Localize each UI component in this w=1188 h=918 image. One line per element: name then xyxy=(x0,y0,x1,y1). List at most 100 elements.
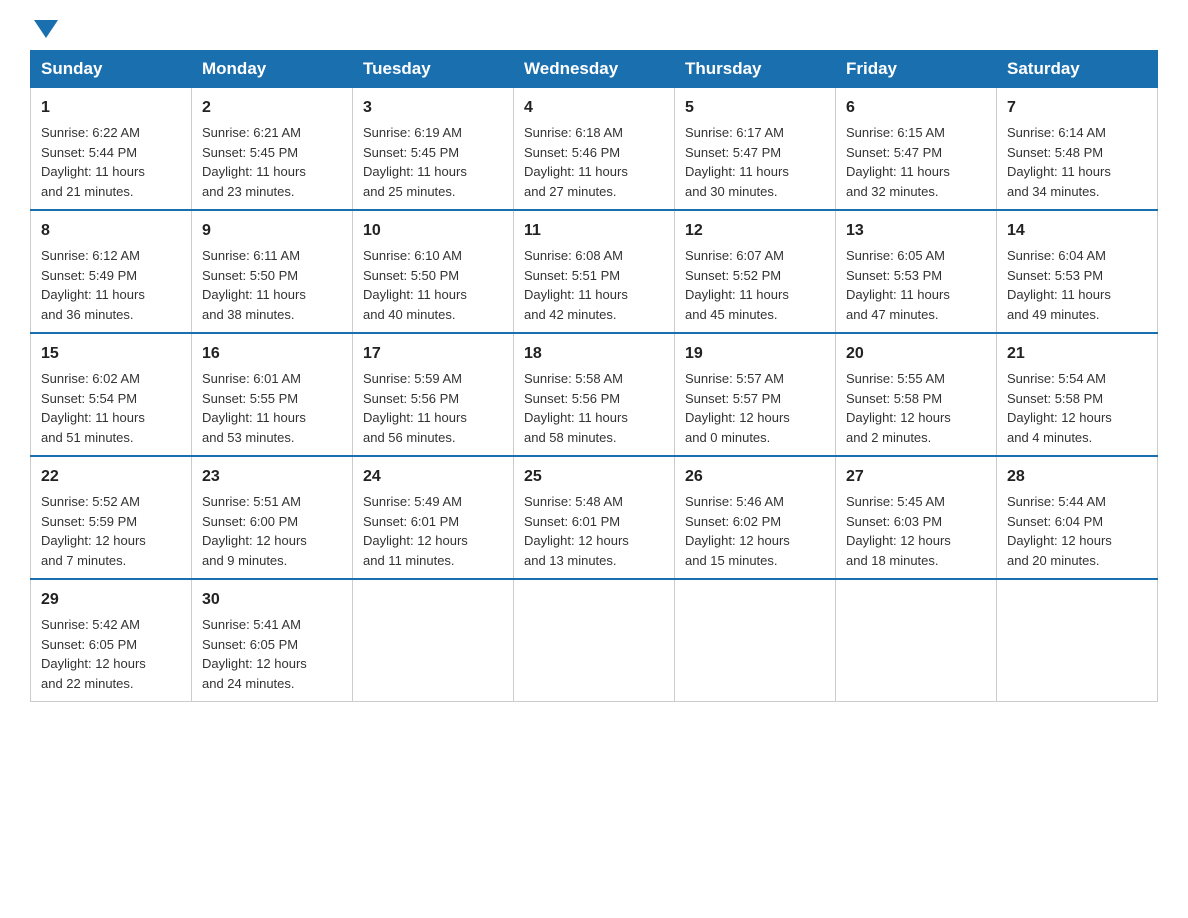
daylight-text: Daylight: 11 hours xyxy=(685,287,789,302)
sunset-text: Sunset: 5:50 PM xyxy=(363,268,459,283)
sunrise-text: Sunrise: 5:51 AM xyxy=(202,494,301,509)
daylight-text: Daylight: 11 hours xyxy=(524,287,628,302)
day-number: 29 xyxy=(41,588,181,612)
daylight-minutes-text: and 13 minutes. xyxy=(524,553,617,568)
sunset-text: Sunset: 5:48 PM xyxy=(1007,145,1103,160)
daylight-minutes-text: and 45 minutes. xyxy=(685,307,778,322)
daylight-text: Daylight: 11 hours xyxy=(202,287,306,302)
sunset-text: Sunset: 5:45 PM xyxy=(363,145,459,160)
day-header-wednesday: Wednesday xyxy=(514,51,675,88)
sunrise-text: Sunrise: 5:48 AM xyxy=(524,494,623,509)
sunset-text: Sunset: 6:01 PM xyxy=(363,514,459,529)
sunset-text: Sunset: 6:02 PM xyxy=(685,514,781,529)
sunrise-text: Sunrise: 6:22 AM xyxy=(41,125,140,140)
day-number: 26 xyxy=(685,465,825,489)
calendar-cell xyxy=(353,579,514,702)
calendar-cell: 9 Sunrise: 6:11 AM Sunset: 5:50 PM Dayli… xyxy=(192,210,353,333)
daylight-text: Daylight: 12 hours xyxy=(1007,533,1112,548)
day-number: 20 xyxy=(846,342,986,366)
sunrise-text: Sunrise: 6:19 AM xyxy=(363,125,462,140)
day-number: 27 xyxy=(846,465,986,489)
daylight-text: Daylight: 11 hours xyxy=(524,164,628,179)
sunrise-text: Sunrise: 5:58 AM xyxy=(524,371,623,386)
daylight-minutes-text: and 27 minutes. xyxy=(524,184,617,199)
daylight-text: Daylight: 12 hours xyxy=(846,410,951,425)
sunrise-text: Sunrise: 6:04 AM xyxy=(1007,248,1106,263)
sunset-text: Sunset: 6:03 PM xyxy=(846,514,942,529)
day-number: 15 xyxy=(41,342,181,366)
day-number: 18 xyxy=(524,342,664,366)
daylight-text: Daylight: 11 hours xyxy=(846,164,950,179)
daylight-minutes-text: and 20 minutes. xyxy=(1007,553,1100,568)
sunrise-text: Sunrise: 5:57 AM xyxy=(685,371,784,386)
daylight-text: Daylight: 12 hours xyxy=(41,656,146,671)
calendar-cell: 26 Sunrise: 5:46 AM Sunset: 6:02 PM Dayl… xyxy=(675,456,836,579)
sunrise-text: Sunrise: 5:45 AM xyxy=(846,494,945,509)
day-number: 30 xyxy=(202,588,342,612)
daylight-text: Daylight: 11 hours xyxy=(524,410,628,425)
sunrise-text: Sunrise: 6:08 AM xyxy=(524,248,623,263)
daylight-text: Daylight: 11 hours xyxy=(41,164,145,179)
daylight-text: Daylight: 11 hours xyxy=(1007,287,1111,302)
calendar-cell: 11 Sunrise: 6:08 AM Sunset: 5:51 PM Dayl… xyxy=(514,210,675,333)
day-number: 7 xyxy=(1007,96,1147,120)
daylight-text: Daylight: 11 hours xyxy=(41,410,145,425)
daylight-minutes-text: and 22 minutes. xyxy=(41,676,134,691)
daylight-text: Daylight: 12 hours xyxy=(363,533,468,548)
calendar-cell: 27 Sunrise: 5:45 AM Sunset: 6:03 PM Dayl… xyxy=(836,456,997,579)
sunset-text: Sunset: 5:44 PM xyxy=(41,145,137,160)
sunrise-text: Sunrise: 6:18 AM xyxy=(524,125,623,140)
sunset-text: Sunset: 5:51 PM xyxy=(524,268,620,283)
sunrise-text: Sunrise: 6:15 AM xyxy=(846,125,945,140)
daylight-minutes-text: and 56 minutes. xyxy=(363,430,456,445)
calendar-cell: 14 Sunrise: 6:04 AM Sunset: 5:53 PM Dayl… xyxy=(997,210,1158,333)
sunset-text: Sunset: 6:01 PM xyxy=(524,514,620,529)
daylight-minutes-text: and 36 minutes. xyxy=(41,307,134,322)
daylight-text: Daylight: 12 hours xyxy=(524,533,629,548)
header xyxy=(30,20,1158,38)
sunrise-text: Sunrise: 5:42 AM xyxy=(41,617,140,632)
day-number: 10 xyxy=(363,219,503,243)
sunrise-text: Sunrise: 5:41 AM xyxy=(202,617,301,632)
calendar-cell xyxy=(836,579,997,702)
sunrise-text: Sunrise: 5:46 AM xyxy=(685,494,784,509)
daylight-minutes-text: and 47 minutes. xyxy=(846,307,939,322)
daylight-text: Daylight: 12 hours xyxy=(1007,410,1112,425)
calendar-cell: 2 Sunrise: 6:21 AM Sunset: 5:45 PM Dayli… xyxy=(192,88,353,211)
day-number: 1 xyxy=(41,96,181,120)
calendar-cell xyxy=(514,579,675,702)
sunset-text: Sunset: 5:59 PM xyxy=(41,514,137,529)
sunset-text: Sunset: 6:05 PM xyxy=(41,637,137,652)
sunrise-text: Sunrise: 6:01 AM xyxy=(202,371,301,386)
daylight-minutes-text: and 23 minutes. xyxy=(202,184,295,199)
calendar-cell: 19 Sunrise: 5:57 AM Sunset: 5:57 PM Dayl… xyxy=(675,333,836,456)
week-row-4: 22 Sunrise: 5:52 AM Sunset: 5:59 PM Dayl… xyxy=(31,456,1158,579)
daylight-text: Daylight: 12 hours xyxy=(202,656,307,671)
sunset-text: Sunset: 5:58 PM xyxy=(846,391,942,406)
day-number: 12 xyxy=(685,219,825,243)
daylight-minutes-text: and 11 minutes. xyxy=(363,553,455,568)
calendar-cell: 30 Sunrise: 5:41 AM Sunset: 6:05 PM Dayl… xyxy=(192,579,353,702)
day-number: 17 xyxy=(363,342,503,366)
daylight-text: Daylight: 12 hours xyxy=(685,410,790,425)
calendar-cell: 1 Sunrise: 6:22 AM Sunset: 5:44 PM Dayli… xyxy=(31,88,192,211)
daylight-minutes-text: and 34 minutes. xyxy=(1007,184,1100,199)
sunrise-text: Sunrise: 6:02 AM xyxy=(41,371,140,386)
daylight-text: Daylight: 12 hours xyxy=(41,533,146,548)
calendar-cell: 10 Sunrise: 6:10 AM Sunset: 5:50 PM Dayl… xyxy=(353,210,514,333)
day-header-friday: Friday xyxy=(836,51,997,88)
calendar-cell: 16 Sunrise: 6:01 AM Sunset: 5:55 PM Dayl… xyxy=(192,333,353,456)
calendar-cell xyxy=(675,579,836,702)
day-number: 3 xyxy=(363,96,503,120)
day-header-tuesday: Tuesday xyxy=(353,51,514,88)
daylight-text: Daylight: 12 hours xyxy=(685,533,790,548)
day-number: 28 xyxy=(1007,465,1147,489)
sunset-text: Sunset: 5:49 PM xyxy=(41,268,137,283)
day-number: 2 xyxy=(202,96,342,120)
sunrise-text: Sunrise: 5:59 AM xyxy=(363,371,462,386)
day-number: 8 xyxy=(41,219,181,243)
sunset-text: Sunset: 5:55 PM xyxy=(202,391,298,406)
week-row-2: 8 Sunrise: 6:12 AM Sunset: 5:49 PM Dayli… xyxy=(31,210,1158,333)
sunset-text: Sunset: 6:00 PM xyxy=(202,514,298,529)
sunset-text: Sunset: 5:54 PM xyxy=(41,391,137,406)
